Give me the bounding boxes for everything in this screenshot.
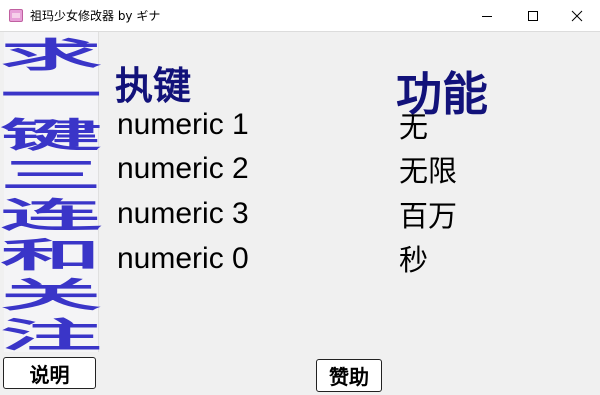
function-cell: 百万 xyxy=(399,196,459,236)
app-icon xyxy=(9,9,23,22)
sidebar-char: 关 xyxy=(0,275,102,316)
hotkey-label: numeric 0 xyxy=(117,242,249,275)
close-button[interactable] xyxy=(554,0,600,31)
sidebar-char: 注 xyxy=(0,315,102,356)
function-label: 无限 xyxy=(399,154,458,188)
hotkey-label: numeric 2 xyxy=(117,152,249,185)
hotkey-label: numeric 3 xyxy=(117,197,249,230)
title-bar: 祖玛少女修改器 by ギナ xyxy=(0,0,600,32)
hotkey-label: numeric 1 xyxy=(117,108,249,141)
maximize-icon xyxy=(527,10,539,22)
function-cell: 秒 xyxy=(399,240,459,280)
function-label: 百万 xyxy=(399,199,458,233)
function-label: 无 xyxy=(399,110,429,144)
window-title: 祖玛少女修改器 by ギナ xyxy=(30,9,161,23)
maximize-button[interactable] xyxy=(510,0,556,31)
minimize-icon xyxy=(481,10,493,22)
hotkey-column-header: 执键 xyxy=(115,64,192,108)
minimize-button[interactable] xyxy=(464,0,510,31)
close-icon xyxy=(571,10,583,22)
function-cell: 无限 xyxy=(399,151,459,191)
sponsor-button[interactable]: 赞助 xyxy=(316,359,382,392)
description-button[interactable]: 说明 xyxy=(3,357,96,389)
sidebar-banner: 求 一 键 三 连 和 关 注 xyxy=(0,32,102,353)
function-label: 秒 xyxy=(399,243,429,277)
function-cell: 无 xyxy=(399,107,459,147)
